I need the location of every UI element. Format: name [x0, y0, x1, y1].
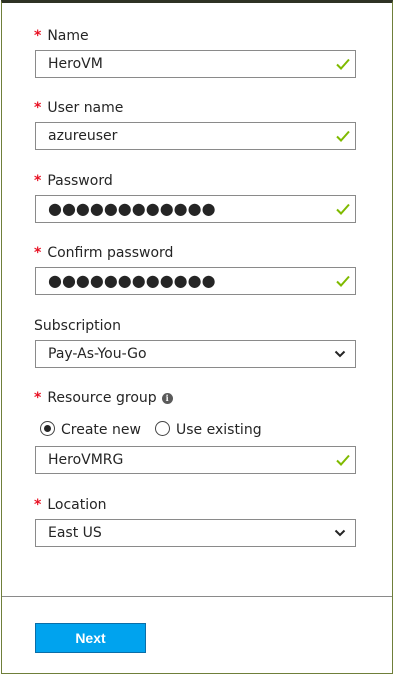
- checkmark-icon: [336, 58, 350, 70]
- checkmark-icon: [336, 275, 350, 287]
- chevron-down-icon: [334, 529, 346, 537]
- checkmark-icon: [336, 130, 350, 142]
- chevron-down-icon: [334, 350, 346, 358]
- subscription-select[interactable]: Pay-As-You-Go: [35, 340, 356, 368]
- use-existing-radio[interactable]: [155, 421, 170, 436]
- footer-divider: [2, 596, 392, 597]
- use-existing-radio-label[interactable]: Use existing: [176, 420, 262, 440]
- name-input[interactable]: HeroVM: [35, 50, 356, 78]
- resource-group-input[interactable]: HeroVMRG: [35, 446, 356, 474]
- next-button[interactable]: Next: [35, 623, 146, 653]
- checkmark-icon: [336, 203, 350, 215]
- create-new-radio[interactable]: [40, 421, 55, 436]
- password-label: * Password: [34, 173, 113, 189]
- required-asterisk: *: [34, 245, 42, 261]
- required-asterisk: *: [34, 390, 42, 406]
- username-label: * User name: [34, 100, 124, 116]
- create-vm-blade: * Name HeroVM * User name azureuser * Passw…: [1, 0, 393, 674]
- checkmark-icon: [336, 454, 350, 466]
- name-label: * Name: [34, 28, 89, 44]
- password-input[interactable]: ●●●●●●●●●●●●: [35, 195, 356, 223]
- required-asterisk: *: [34, 100, 42, 116]
- resource-group-label: * Resource group i: [34, 389, 173, 407]
- location-label: * Location: [34, 497, 107, 513]
- required-asterisk: *: [34, 28, 42, 44]
- username-input[interactable]: azureuser: [35, 122, 356, 150]
- confirm-password-label: * Confirm password: [34, 245, 174, 261]
- subscription-label: Subscription: [34, 318, 121, 334]
- required-asterisk: *: [34, 497, 42, 513]
- info-icon[interactable]: i: [161, 393, 173, 404]
- location-select[interactable]: East US: [35, 519, 356, 547]
- required-asterisk: *: [34, 173, 42, 189]
- confirm-password-input[interactable]: ●●●●●●●●●●●●: [35, 267, 356, 295]
- create-new-radio-label[interactable]: Create new: [61, 420, 141, 440]
